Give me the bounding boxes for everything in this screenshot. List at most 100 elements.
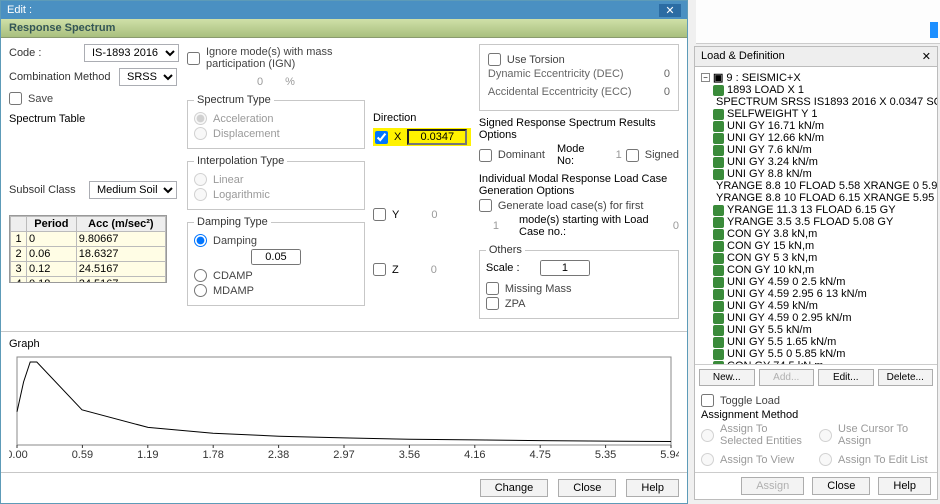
change-button[interactable]: Change (480, 479, 549, 497)
tree-item[interactable]: UNI GY 7.6 kN/m (713, 144, 935, 156)
interp-type-group: Interpolation Type Linear Logarithmic (187, 155, 365, 210)
section-header: Response Spectrum (1, 19, 687, 38)
assign-selected-radio[interactable] (701, 429, 714, 442)
assign-cursor-radio[interactable] (819, 429, 832, 442)
cdamp-radio[interactable] (194, 269, 207, 282)
load-item-icon (713, 241, 724, 252)
save-label: Save (28, 93, 53, 105)
load-item-icon (713, 145, 724, 156)
accel-radio[interactable] (194, 112, 207, 125)
tree-item[interactable]: UNI GY 4.59 0 2.5 kN/m (713, 276, 935, 288)
ignore-checkbox[interactable] (187, 52, 200, 65)
tree-item[interactable]: YRANGE 8.8 10 FLOAD 5.58 XRANGE 0 5.95 G… (713, 180, 935, 192)
dialog-title: Edit : (7, 4, 32, 16)
tree-item[interactable]: UNI GY 4.59 2.95 6 13 kN/m (713, 288, 935, 300)
spectrum-table[interactable]: PeriodAcc (m/sec²) 109.80667 20.0618.632… (9, 215, 167, 283)
svg-text:4.16: 4.16 (464, 449, 485, 461)
response-spectrum-dialog: Edit : ✕ Response Spectrum Code : IS-189… (0, 0, 688, 504)
subsoil-label: Subsoil Class (9, 184, 85, 196)
tree-item[interactable]: UNI GY 4.59 0 2.95 kN/m (713, 312, 935, 324)
panel-close-icon[interactable]: ✕ (922, 50, 931, 63)
panel-title: Load & Definition (701, 50, 785, 63)
panel-close-button[interactable]: Close (812, 477, 870, 495)
svg-text:1.19: 1.19 (137, 449, 158, 461)
code-label: Code : (9, 47, 80, 59)
tree-item[interactable]: UNI GY 5.5 0 5.85 kN/m (713, 348, 935, 360)
edit-button[interactable]: Edit... (818, 369, 874, 386)
tree-item[interactable]: CON GY 5 3 kN,m (713, 252, 935, 264)
tree-item[interactable]: UNI GY 5.5 1.65 kN/m (713, 336, 935, 348)
tree-item[interactable]: UNI GY 4.59 kN/m (713, 300, 935, 312)
svg-text:2.97: 2.97 (333, 449, 354, 461)
spectrum-chart: 0.000.591.191.782.382.973.564.164.755.35… (9, 353, 679, 467)
log-radio[interactable] (194, 188, 207, 201)
dir-z-check[interactable] (373, 263, 386, 276)
load-item-icon (713, 133, 724, 144)
damping-radio[interactable] (194, 234, 207, 247)
modal-legend: Individual Modal Response Load Case Gene… (479, 173, 679, 197)
tree-item[interactable]: YRANGE 8.8 10 FLOAD 6.15 XRANGE 5.95 46 … (713, 192, 935, 204)
load-item-icon (713, 337, 724, 348)
load-item-icon (713, 109, 724, 120)
linear-radio[interactable] (194, 173, 207, 186)
panel-help-button[interactable]: Help (878, 477, 931, 495)
dir-x-input[interactable] (407, 129, 467, 145)
others-group: Others Scale : Missing Mass ZPA (479, 244, 679, 319)
tree-item[interactable]: UNI GY 16.71 kN/m (713, 120, 935, 132)
tree-item[interactable]: YRANGE 3.5 3.5 FLOAD 5.08 GY (713, 216, 935, 228)
dominant-check[interactable] (479, 149, 492, 162)
help-button[interactable]: Help (626, 479, 679, 497)
tree-item[interactable]: UNI GY 8.8 kN/m (713, 168, 935, 180)
use-torsion-check[interactable] (488, 53, 501, 66)
col-period: Period (27, 217, 77, 232)
tree-item[interactable]: CON GY 3.8 kN,m (713, 228, 935, 240)
svg-text:1.78: 1.78 (202, 449, 223, 461)
mdamp-radio[interactable] (194, 284, 207, 297)
tree-item[interactable]: 1893 LOAD X 1 (713, 84, 935, 96)
new-button[interactable]: New... (699, 369, 755, 386)
assign-editlist-radio[interactable] (819, 453, 832, 466)
load-item-icon (713, 277, 724, 288)
signed-check[interactable] (626, 149, 639, 162)
code-select[interactable]: IS-1893 2016 (84, 44, 179, 62)
load-item-icon (713, 205, 724, 216)
svg-text:5.94: 5.94 (660, 449, 679, 461)
load-tree[interactable]: − ▣ 9 : SEISMIC+X 1893 LOAD X 1SPECTRUM … (695, 67, 937, 365)
zpa-check[interactable] (486, 297, 499, 310)
gen-loadcase-check[interactable] (479, 199, 492, 212)
tree-item[interactable]: YRANGE 11.3 13 FLOAD 6.15 GY (713, 204, 935, 216)
dir-x-check[interactable] (375, 131, 388, 144)
tree-collapse-icon[interactable]: − (701, 73, 710, 82)
blue-tab-icon[interactable] (930, 22, 938, 38)
tree-item[interactable]: UNI GY 5.5 kN/m (713, 324, 935, 336)
assign-view-radio[interactable] (701, 453, 714, 466)
damping-input[interactable] (251, 249, 301, 265)
tree-item[interactable]: CON GY 15 kN,m (713, 240, 935, 252)
close-button[interactable]: Close (558, 479, 616, 497)
tree-item[interactable]: CON GY 10 kN,m (713, 264, 935, 276)
scale-input[interactable] (540, 260, 590, 276)
close-icon[interactable]: ✕ (659, 4, 681, 17)
tree-item[interactable]: SPECTRUM SRSS IS1893 2016 X 0.0347 SCALE… (713, 96, 935, 108)
dir-y-check[interactable] (373, 208, 386, 221)
load-item-icon (713, 325, 724, 336)
tree-item[interactable]: UNI GY 12.66 kN/m (713, 132, 935, 144)
dialog-titlebar: Edit : ✕ (1, 1, 687, 19)
tree-item[interactable]: SELFWEIGHT Y 1 (713, 108, 935, 120)
disp-radio[interactable] (194, 127, 207, 140)
spectrum-type-group: Spectrum Type Acceleration Displacement (187, 94, 365, 149)
subsoil-select[interactable]: Medium Soil (89, 181, 177, 199)
save-checkbox[interactable] (9, 92, 22, 105)
tree-item[interactable]: UNI GY 3.24 kN/m (713, 156, 935, 168)
assign-button[interactable]: Assign (741, 477, 804, 495)
load-item-icon (713, 253, 724, 264)
svg-text:3.56: 3.56 (399, 449, 420, 461)
load-item-icon (713, 217, 724, 228)
missing-mass-check[interactable] (486, 282, 499, 295)
combination-select[interactable]: SRSS (119, 68, 177, 86)
toggle-load-check[interactable] (701, 394, 714, 407)
svg-text:4.75: 4.75 (529, 449, 550, 461)
spectrum-table-label: Spectrum Table (9, 113, 179, 125)
delete-button[interactable]: Delete... (878, 369, 934, 386)
add-button[interactable]: Add... (759, 369, 815, 386)
